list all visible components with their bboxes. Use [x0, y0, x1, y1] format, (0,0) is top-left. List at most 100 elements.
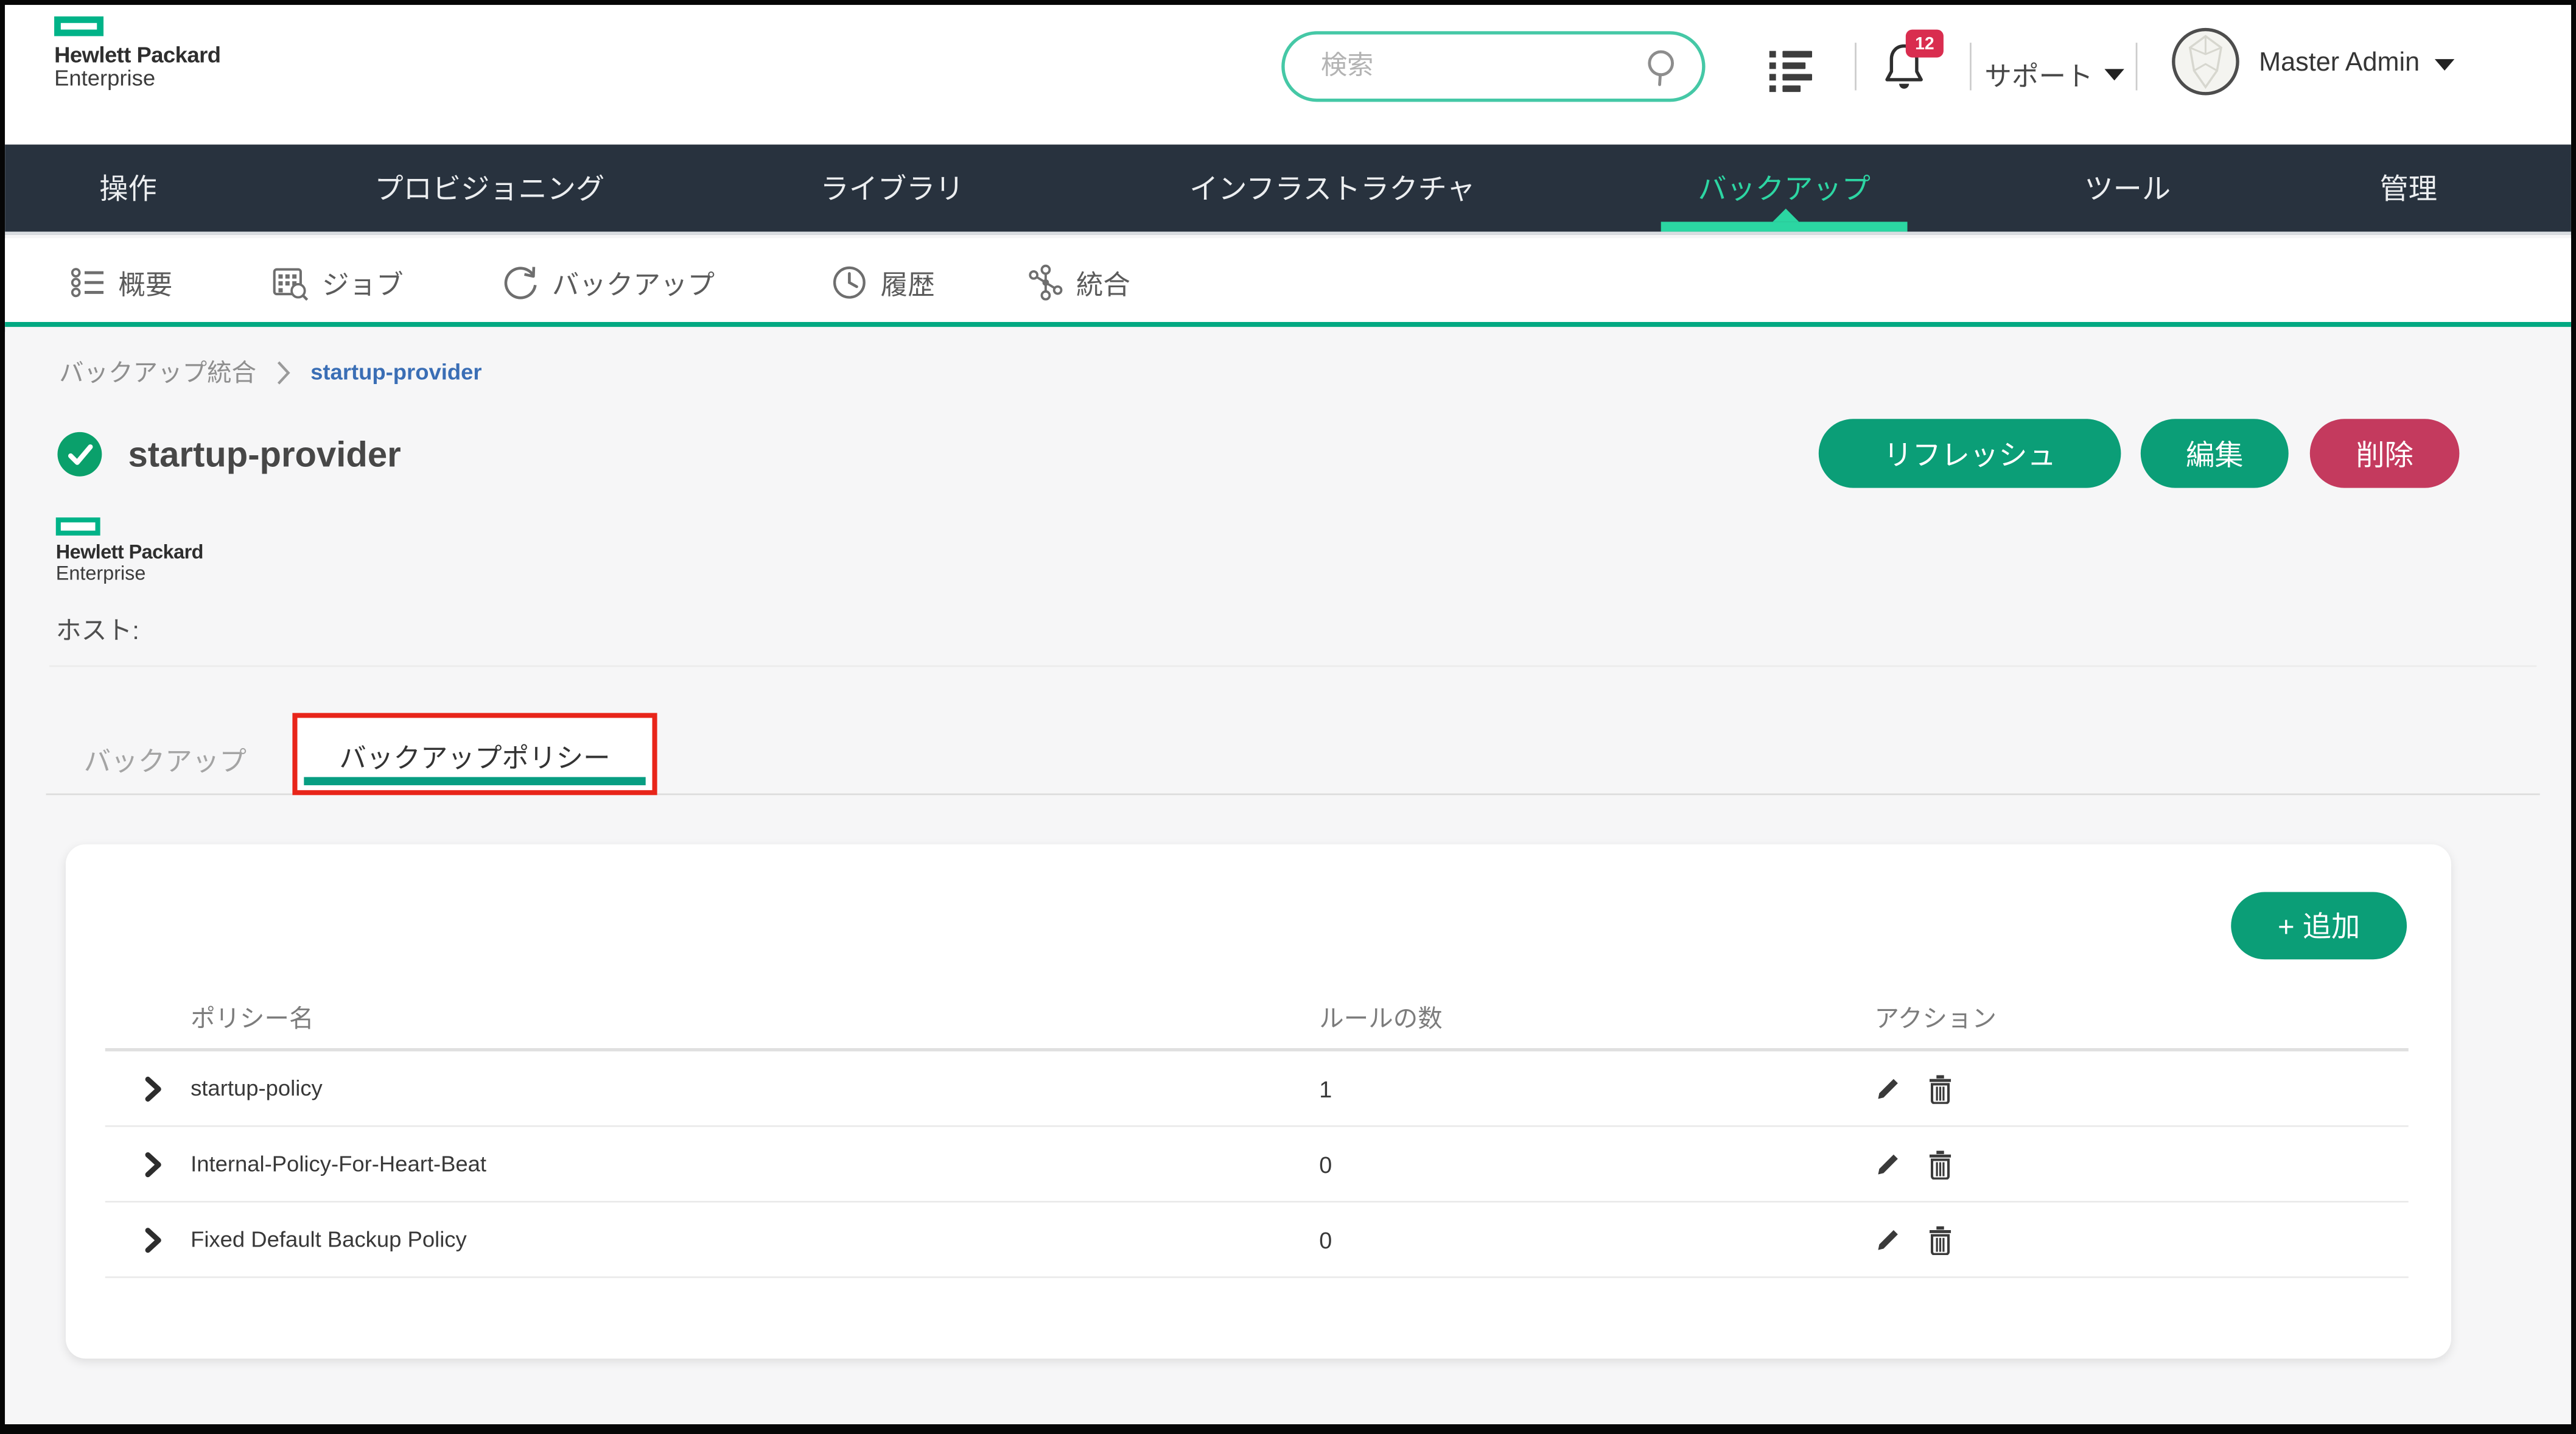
nav-item-library[interactable]: ライブラリ	[820, 145, 964, 235]
nav-item-admin[interactable]: 管理	[2380, 145, 2437, 235]
notification-badge: 12	[1906, 30, 1944, 58]
page-title: startup-provider	[128, 435, 401, 476]
user-menu[interactable]: Master Admin	[2259, 49, 2454, 79]
nav-item-provisioning[interactable]: プロビジョニング	[374, 145, 604, 235]
hpe-logo-mark	[56, 517, 100, 536]
column-header-actions: アクション	[1875, 999, 2409, 1034]
app-window: Hewlett Packard Enterprise 1	[0, 0, 2576, 1434]
backup-refresh-icon	[503, 265, 539, 301]
trash-icon	[1927, 1074, 1953, 1103]
policy-name: Internal-Policy-For-Heart-Beat	[191, 1152, 1319, 1176]
notifications-button[interactable]: 12	[1881, 41, 1930, 97]
row-actions	[1875, 1074, 2409, 1103]
table-row: Internal-Policy-For-Heart-Beat 0	[105, 1127, 2409, 1203]
trash-icon	[1927, 1149, 1953, 1179]
pencil-icon	[1875, 1074, 1903, 1102]
tab-backup[interactable]: バックアップ	[84, 740, 247, 779]
search-icon[interactable]	[1643, 47, 1679, 95]
edit-button[interactable]: 編集	[2141, 419, 2289, 488]
rule-count: 1	[1319, 1075, 1874, 1101]
subnav-item-jobs[interactable]: ジョブ	[273, 238, 404, 327]
subnav-label: 履歴	[881, 263, 935, 303]
edit-policy-button[interactable]	[1875, 1150, 1903, 1178]
table-row: Fixed Default Backup Policy 0	[105, 1203, 2409, 1278]
nav-item-infrastructure[interactable]: インフラストラクチャ	[1189, 145, 1475, 235]
subnav-label: ジョブ	[322, 263, 404, 303]
subnav-label: 概要	[118, 263, 172, 303]
breadcrumb-chevron-icon	[276, 359, 290, 385]
trash-icon	[1927, 1225, 1953, 1254]
search-input[interactable]	[1281, 31, 1705, 102]
row-actions	[1875, 1149, 2409, 1179]
policy-table: ポリシー名 ルールの数 アクション startup-policy 1	[105, 985, 2409, 1278]
policy-name: startup-policy	[191, 1076, 1319, 1100]
rule-count: 0	[1319, 1151, 1874, 1177]
top-header: Hewlett Packard Enterprise 1	[5, 5, 2571, 144]
jobs-grid-icon	[273, 265, 309, 300]
delete-policy-button[interactable]	[1927, 1149, 1953, 1179]
add-policy-button[interactable]: + 追加	[2231, 892, 2407, 960]
rule-count: 0	[1319, 1226, 1874, 1253]
delete-button[interactable]: 削除	[2310, 419, 2460, 488]
backup-policy-card: + 追加 ポリシー名 ルールの数 アクション startup-policy	[66, 844, 2451, 1359]
subnav-item-backup[interactable]: バックアップ	[503, 238, 715, 327]
page-content: バックアップ統合 startup-provider startup-provid…	[5, 332, 2571, 1424]
hpe-logo: Hewlett Packard Enterprise	[54, 16, 220, 92]
chevron-right-icon	[145, 1226, 163, 1253]
expand-row-button[interactable]	[105, 1226, 191, 1253]
main-navigation: 操作 プロビジョニング ライブラリ インフラストラクチャ バックアップ ツール …	[5, 145, 2571, 235]
subnav-label: 統合	[1076, 263, 1130, 303]
breadcrumb-parent[interactable]: バックアップ統合	[59, 355, 256, 390]
subnav-item-integration[interactable]: 統合	[1029, 238, 1130, 327]
globe-avatar-icon	[2175, 31, 2236, 92]
column-header-rule-count: ルールの数	[1319, 999, 1874, 1034]
expand-row-button[interactable]	[105, 1151, 191, 1177]
pencil-icon	[1875, 1225, 1903, 1253]
active-nav-notch	[1773, 209, 1799, 222]
host-label: ホスト:	[56, 611, 139, 647]
delete-policy-button[interactable]	[1927, 1074, 1953, 1103]
table-header-row: ポリシー名 ルールの数 アクション	[105, 985, 2409, 1051]
red-annotation-box: バックアップポリシー	[292, 713, 657, 795]
chevron-down-icon	[2104, 68, 2124, 80]
overview-list-icon	[71, 266, 105, 299]
subnav-item-overview[interactable]: 概要	[71, 238, 172, 327]
subnav-item-history[interactable]: 履歴	[831, 238, 935, 327]
global-search	[1281, 31, 1705, 102]
subnav-label: バックアップ	[552, 263, 715, 303]
support-menu[interactable]: サポート	[1984, 54, 2124, 94]
expand-row-button[interactable]	[105, 1075, 191, 1101]
hpe-logo-mark	[54, 16, 103, 36]
activity-list-icon[interactable]	[1769, 51, 1822, 94]
policy-name: Fixed Default Backup Policy	[191, 1227, 1319, 1251]
support-label: サポート	[1984, 54, 2093, 94]
backup-subnav: 概要 ジョブ バックアップ 履歴	[5, 238, 2571, 327]
nav-item-operations[interactable]: 操作	[99, 145, 156, 235]
hpe-logo-line2: Enterprise	[54, 68, 220, 92]
pencil-icon	[1875, 1150, 1903, 1178]
active-nav-underline	[1661, 222, 1908, 231]
header-divider	[2136, 43, 2138, 90]
section-divider	[49, 665, 2536, 667]
hpe-logo-line1: Hewlett Packard	[54, 44, 220, 68]
breadcrumb-current[interactable]: startup-provider	[310, 360, 481, 384]
history-clock-icon	[831, 265, 867, 301]
tab-backup-policy[interactable]: バックアップポリシー	[298, 736, 653, 775]
check-circle-icon	[57, 432, 102, 477]
delete-policy-button[interactable]	[1927, 1225, 1953, 1254]
row-actions	[1875, 1225, 2409, 1254]
header-divider	[1855, 43, 1857, 90]
chevron-right-icon	[145, 1075, 163, 1101]
header-divider	[1970, 43, 1972, 90]
user-name: Master Admin	[2259, 49, 2420, 79]
refresh-button[interactable]: リフレッシュ	[1819, 419, 2121, 488]
edit-policy-button[interactable]	[1875, 1225, 1903, 1253]
hpe-logo-line2: Enterprise	[56, 563, 203, 585]
chevron-down-icon	[2434, 58, 2454, 70]
provider-hpe-logo: Hewlett Packard Enterprise	[56, 517, 203, 584]
nav-item-tools[interactable]: ツール	[2084, 145, 2171, 235]
breadcrumb: バックアップ統合 startup-provider	[59, 355, 481, 390]
avatar[interactable]	[2172, 28, 2239, 96]
chevron-right-icon	[145, 1151, 163, 1177]
edit-policy-button[interactable]	[1875, 1074, 1903, 1102]
